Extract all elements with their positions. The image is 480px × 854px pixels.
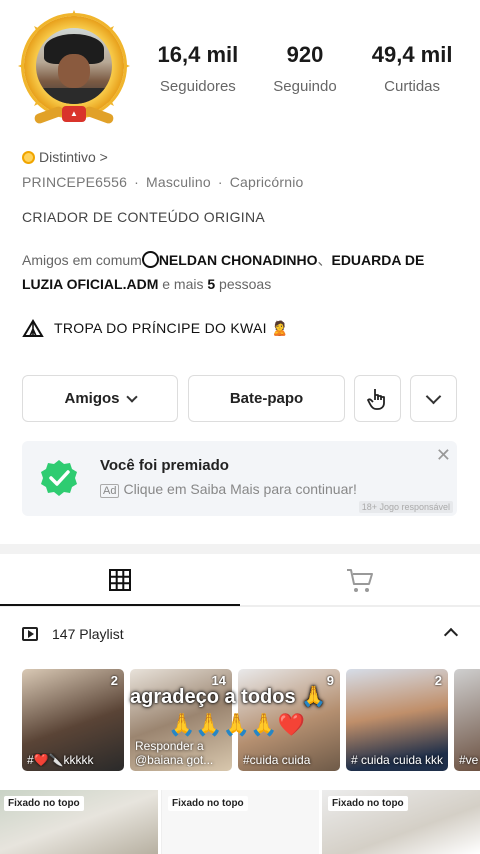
pinned-label: Fixado no topo	[168, 796, 248, 811]
avatar-photo	[36, 28, 112, 104]
grid-icon	[109, 569, 131, 591]
award-title: Você foi premiado	[100, 457, 229, 474]
username: PRINCEPE6556	[22, 174, 128, 190]
profile-bio: CRIADOR DE CONTEÚDO ORIGINA	[22, 209, 266, 225]
playlist-item[interactable]: 2 #❤️🔪kkkkk	[22, 669, 124, 771]
award-subtitle: Ad Clique em Saiba Mais para continuar!	[100, 481, 357, 498]
likes-stat[interactable]: 49,4 mil Curtidas	[372, 42, 453, 95]
mutual-friends[interactable]: Amigos em comum NELDAN CHONADINHO、EDUARDA…	[22, 248, 452, 296]
chat-button-label: Bate-papo	[229, 390, 304, 407]
age-disclaimer: 18+ Jogo responsável	[358, 501, 453, 513]
pinned-video[interactable]: Fixado no topo	[322, 790, 480, 854]
pinned-label: Fixado no topo	[4, 796, 84, 811]
badge-link[interactable]: Distintivo >	[22, 149, 108, 165]
group-link[interactable]: TROPA DO PRÍNCIPE DO KWAI 🙎	[22, 318, 289, 338]
section-divider	[0, 544, 480, 554]
following-stat[interactable]: 920 Seguindo	[273, 42, 336, 95]
hand-pointer-icon	[366, 388, 385, 410]
close-icon[interactable]: ✕	[436, 445, 451, 466]
followers-label: Seguidores	[159, 78, 236, 95]
video-overlay-emojis: 🙏🙏🙏🙏❤️	[168, 712, 305, 737]
playlist-item[interactable]: #ve	[454, 669, 480, 771]
mutual-friend-1[interactable]: NELDAN CHONADINHO	[159, 252, 318, 268]
friends-button[interactable]: Amigos	[22, 375, 178, 422]
video-overlay-text: agradeço a todos 🙏	[130, 686, 327, 708]
award-banner[interactable]: Você foi premiado Ad Clique em Saiba Mais…	[22, 441, 457, 516]
group-name: TROPA DO PRÍNCIPE DO KWAI 🙎	[54, 319, 289, 336]
likes-count: 49,4 mil	[371, 42, 453, 67]
chat-button[interactable]: Bate-papo	[188, 375, 345, 422]
ad-tag: Ad	[100, 484, 120, 498]
tab-posts-grid[interactable]	[0, 556, 240, 606]
zodiac-sign: Capricórnio	[229, 174, 304, 190]
coin-icon	[22, 150, 35, 164]
friends-button-label: Amigos	[64, 390, 120, 407]
tent-icon	[22, 319, 44, 337]
pinned-video[interactable]: Fixado no topo	[0, 790, 158, 854]
following-label: Seguindo	[273, 78, 337, 95]
chevron-down-icon	[425, 388, 442, 405]
verified-check-icon	[41, 460, 77, 496]
playlist-header[interactable]: 147 Playlist	[22, 626, 124, 642]
tab-shop[interactable]	[240, 556, 480, 606]
profile-meta: PRINCEPE6556 · Masculino · Capricórnio	[22, 174, 304, 190]
avatar-rank-badge: ▲	[62, 106, 86, 122]
collapse-chevron-icon[interactable]	[443, 627, 459, 643]
followers-stat[interactable]: 16,4 mil Seguidores	[158, 42, 239, 95]
followers-count: 16,4 mil	[157, 42, 239, 67]
gender: Masculino	[146, 174, 211, 190]
pinned-video[interactable]: Fixado no topo	[161, 790, 319, 854]
playlist-icon	[22, 627, 38, 641]
profile-stats: 16,4 mil Seguidores 920 Seguindo 49,4 mi…	[140, 42, 470, 95]
mutual-friend-avatar-icon	[141, 251, 159, 268]
chevron-down-icon	[125, 390, 138, 403]
following-count: 920	[286, 42, 324, 67]
poke-button[interactable]	[354, 375, 401, 422]
cart-icon	[347, 568, 373, 592]
mutual-count: 5	[207, 276, 216, 292]
profile-avatar[interactable]: ▲	[18, 10, 130, 128]
pinned-label: Fixado no topo	[328, 796, 408, 811]
badge-link-label: Distintivo >	[39, 149, 108, 165]
playlist-count: 147 Playlist	[52, 626, 124, 642]
likes-label: Curtidas	[384, 78, 441, 95]
more-options-button[interactable]	[410, 375, 457, 422]
playlist-item[interactable]: 2 # cuida cuida kkk	[346, 669, 448, 771]
